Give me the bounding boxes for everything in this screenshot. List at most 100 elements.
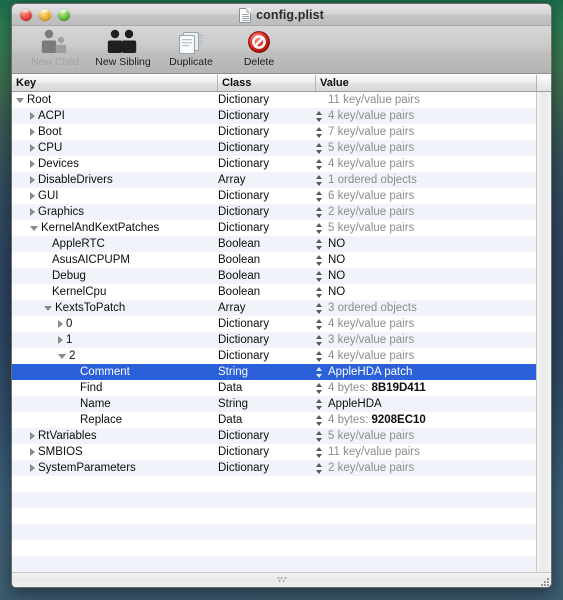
disclosure-triangle-icon[interactable] (30, 225, 38, 231)
disclosure-triangle-icon[interactable] (30, 176, 35, 184)
value-stepper-icon[interactable] (316, 238, 323, 250)
table-row[interactable]: Name String AppleHDA (12, 396, 536, 412)
value-stepper-icon[interactable] (316, 318, 323, 330)
value-stepper-icon[interactable] (316, 142, 323, 154)
row-key-cell[interactable]: GUI (12, 190, 218, 202)
toolbar-button-delete[interactable]: Delete (226, 26, 292, 72)
row-class-cell[interactable]: Dictionary (218, 190, 316, 202)
row-class-cell[interactable]: Boolean (218, 286, 316, 298)
row-class-cell[interactable]: Dictionary (218, 206, 316, 218)
row-key-cell[interactable]: SMBIOS (12, 446, 218, 458)
value-stepper-icon[interactable] (316, 462, 323, 474)
table-row[interactable]: 1 Dictionary 3 key/value pairs (12, 332, 536, 348)
row-value-cell[interactable]: 5 key/value pairs (316, 222, 536, 234)
table-row[interactable]: Graphics Dictionary 2 key/value pairs (12, 204, 536, 220)
row-key-cell[interactable]: 0 (12, 318, 218, 330)
value-stepper-icon[interactable] (316, 382, 323, 394)
row-value-cell[interactable]: 11 key/value pairs (316, 446, 536, 458)
row-value-cell[interactable]: 4 bytes: 9208EC10 (316, 414, 536, 426)
row-class-cell[interactable]: Dictionary (218, 334, 316, 346)
row-value-cell[interactable]: 6 key/value pairs (316, 190, 536, 202)
disclosure-triangle-icon[interactable] (30, 160, 35, 168)
row-key-cell[interactable]: ACPI (12, 110, 218, 122)
disclosure-triangle-icon[interactable] (58, 320, 63, 328)
row-class-cell[interactable]: Dictionary (218, 126, 316, 138)
row-key-cell[interactable]: KernelCpu (12, 286, 218, 298)
table-row[interactable]: AppleRTC Boolean NO (12, 236, 536, 252)
row-key-cell[interactable]: AsusAICPUPM (12, 254, 218, 266)
row-class-cell[interactable]: Dictionary (218, 158, 316, 170)
row-class-cell[interactable]: Dictionary (218, 350, 316, 362)
row-class-cell[interactable]: Dictionary (218, 462, 316, 474)
disclosure-triangle-icon[interactable] (30, 432, 35, 440)
table-row[interactable]: KernelAndKextPatches Dictionary 5 key/valu… (12, 220, 536, 236)
disclosure-triangle-icon[interactable] (30, 192, 35, 200)
disclosure-triangle-icon[interactable] (44, 305, 52, 311)
table-row[interactable]: RtVariables Dictionary 5 key/value pairs (12, 428, 536, 444)
row-value-cell[interactable]: AppleHDA patch (316, 366, 536, 378)
table-row[interactable]: KextsToPatch Array 3 ordered objects (12, 300, 536, 316)
table-row[interactable]: ACPI Dictionary 4 key/value pairs (12, 108, 536, 124)
row-key-cell[interactable]: Root (12, 94, 218, 106)
value-stepper-icon[interactable] (316, 398, 323, 410)
value-stepper-icon[interactable] (316, 430, 323, 442)
value-stepper-icon[interactable] (316, 110, 323, 122)
table-row[interactable]: Comment String AppleHDA patch (12, 364, 536, 380)
row-value-cell[interactable]: 2 key/value pairs (316, 206, 536, 218)
row-class-cell[interactable]: Dictionary (218, 446, 316, 458)
value-stepper-icon[interactable] (316, 270, 323, 282)
value-stepper-icon[interactable] (316, 190, 323, 202)
row-class-cell[interactable]: Dictionary (218, 318, 316, 330)
row-key-cell[interactable]: Graphics (12, 206, 218, 218)
row-class-cell[interactable]: Data (218, 414, 316, 426)
row-value-cell[interactable]: 4 key/value pairs (316, 350, 536, 362)
row-value-cell[interactable]: 2 key/value pairs (316, 462, 536, 474)
table-row[interactable]: AsusAICPUPM Boolean NO (12, 252, 536, 268)
table-row[interactable]: SystemParameters Dictionary 2 key/value pa… (12, 460, 536, 476)
disclosure-triangle-icon[interactable] (30, 144, 35, 152)
column-header-value[interactable]: Value (316, 75, 536, 91)
row-value-cell[interactable]: NO (316, 270, 536, 282)
column-header-key[interactable]: Key (12, 75, 218, 91)
value-stepper-icon[interactable] (316, 414, 323, 426)
value-stepper-icon[interactable] (316, 302, 323, 314)
value-stepper-icon[interactable] (316, 366, 323, 378)
table-row[interactable]: GUI Dictionary 6 key/value pairs (12, 188, 536, 204)
disclosure-triangle-icon[interactable] (58, 336, 63, 344)
table-row[interactable]: Devices Dictionary 4 key/value pairs (12, 156, 536, 172)
row-key-cell[interactable]: Name (12, 398, 218, 410)
window-titlebar[interactable]: config.plist (12, 4, 551, 26)
row-value-cell[interactable]: NO (316, 238, 536, 250)
table-row[interactable]: CPU Dictionary 5 key/value pairs (12, 140, 536, 156)
value-stepper-icon[interactable] (316, 286, 323, 298)
row-key-cell[interactable]: 1 (12, 334, 218, 346)
row-value-cell[interactable]: 4 key/value pairs (316, 110, 536, 122)
row-value-cell[interactable]: NO (316, 254, 536, 266)
disclosure-triangle-icon[interactable] (30, 208, 35, 216)
window-resize-handle[interactable] (537, 574, 549, 586)
table-row[interactable]: Debug Boolean NO (12, 268, 536, 284)
close-button[interactable] (20, 8, 32, 21)
disclosure-triangle-icon[interactable] (58, 353, 66, 359)
row-key-cell[interactable]: 2 (12, 350, 218, 362)
row-class-cell[interactable]: Dictionary (218, 222, 316, 234)
row-key-cell[interactable]: KextsToPatch (12, 302, 218, 314)
table-row[interactable]: Boot Dictionary 7 key/value pairs (12, 124, 536, 140)
disclosure-triangle-icon[interactable] (30, 128, 35, 136)
table-row[interactable]: Find Data 4 bytes: 8B19D411 (12, 380, 536, 396)
disclosure-triangle-icon[interactable] (16, 97, 24, 103)
row-value-cell[interactable]: 7 key/value pairs (316, 126, 536, 138)
row-key-cell[interactable]: Find (12, 382, 218, 394)
row-value-cell[interactable]: 4 key/value pairs (316, 318, 536, 330)
row-key-cell[interactable]: KernelAndKextPatches (12, 222, 218, 234)
toolbar-button-new-child[interactable]: New Child (22, 26, 88, 72)
row-class-cell[interactable]: Boolean (218, 254, 316, 266)
row-key-cell[interactable]: Comment (12, 366, 218, 378)
row-class-cell[interactable]: Array (218, 302, 316, 314)
row-class-cell[interactable]: String (218, 366, 316, 378)
row-key-cell[interactable]: Replace (12, 414, 218, 426)
row-value-cell[interactable]: NO (316, 286, 536, 298)
row-class-cell[interactable]: Dictionary (218, 430, 316, 442)
toolbar-button-new-sibling[interactable]: New Sibling (90, 26, 156, 72)
value-stepper-icon[interactable] (316, 206, 323, 218)
